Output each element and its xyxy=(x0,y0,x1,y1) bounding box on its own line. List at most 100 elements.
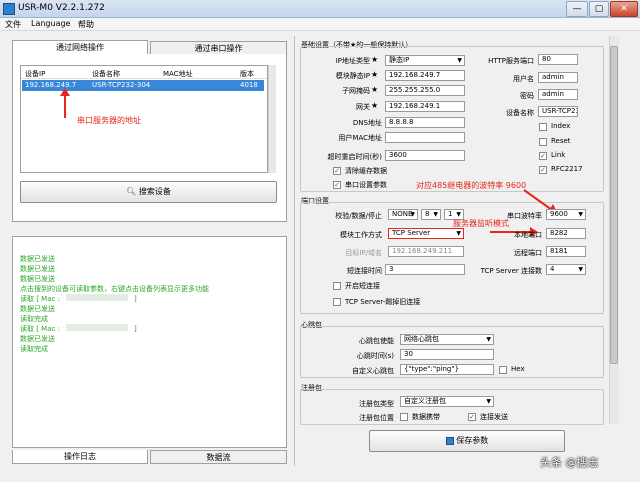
hex-checkbox[interactable] xyxy=(499,366,507,374)
tab-serial[interactable]: 通过串口操作 xyxy=(150,41,287,55)
ip-type-select[interactable]: 静态IP ▼ xyxy=(385,55,465,66)
parity-select[interactable]: NONE ▼ xyxy=(388,209,418,220)
baud-value: 9600 xyxy=(550,210,568,218)
kick-checkbox[interactable] xyxy=(333,298,341,306)
chevron-down-icon: ▼ xyxy=(578,266,583,273)
reset-checkbox[interactable] xyxy=(539,138,547,146)
redacted-mac xyxy=(65,294,128,301)
device-list-scrollbar[interactable] xyxy=(268,65,276,173)
kick-label: TCP Server-踢掉旧连接 xyxy=(345,298,421,306)
tcp-conn-value: 4 xyxy=(550,265,555,273)
watermark: 头条 @搜志 xyxy=(540,456,599,469)
chevron-down-icon: ▼ xyxy=(486,336,491,343)
register-position-label: 注册包位置 xyxy=(359,414,394,422)
remote-input[interactable]: 192.168.249.211 xyxy=(388,246,464,257)
heartbeat-interval-input[interactable]: 30 xyxy=(400,349,494,360)
annotation-arrow-ip xyxy=(60,88,70,118)
index-checkbox[interactable] xyxy=(539,123,547,131)
search-device-label: 搜索设备 xyxy=(138,187,171,196)
menu-language[interactable]: Language xyxy=(31,19,70,28)
http-port-input[interactable]: 80 xyxy=(538,54,578,65)
log-read-mac: 读取 [ Mac : xyxy=(20,325,60,333)
scrollbar-thumb[interactable] xyxy=(610,46,618,364)
clear-cache-label: 清除缓存数据 xyxy=(345,167,387,175)
databits-select[interactable]: 8 ▼ xyxy=(421,209,441,220)
open-short-checkbox[interactable] xyxy=(333,282,341,290)
star-icon: ★ xyxy=(371,101,379,110)
hex-label: Hex xyxy=(511,365,525,373)
rfc2217-checkbox[interactable]: ✓ xyxy=(539,166,547,174)
row-version: 4018 xyxy=(240,81,258,89)
heartbeat-enable-label: 心跳包使能 xyxy=(359,337,394,345)
timeout-input[interactable]: 3600 xyxy=(385,150,465,161)
heartbeat-enable-select[interactable]: 网络心跳包 ▼ xyxy=(400,334,494,345)
mask-input[interactable]: 255.255.255.0 xyxy=(385,85,465,96)
static-ip-input[interactable]: 192.168.249.7 xyxy=(385,70,465,81)
search-device-button[interactable]: 🔍︎ 搜索设备 xyxy=(20,181,277,203)
link-checkbox[interactable]: ✓ xyxy=(539,152,547,160)
chevron-down-icon: ▼ xyxy=(578,211,583,218)
short-conn-input[interactable]: 3 xyxy=(385,264,465,275)
heartbeat-interval-label: 心跳时间(s) xyxy=(356,352,394,360)
format-label: 校验/数据/停止 xyxy=(335,212,382,220)
log-list: 数据已发送 数据已发送 数据已发送 点击搜到的设备可读取参数，右键点击设备列表显… xyxy=(20,254,209,354)
dns-input[interactable]: 8.8.8.8 xyxy=(385,117,465,128)
maximize-button[interactable]: ▢ xyxy=(589,1,609,17)
annotation-baud: 对应485继电器的波特率 9600 xyxy=(416,181,527,190)
serial-params-label: 串口设置参数 xyxy=(345,181,387,189)
local-port-label: 本地端口 xyxy=(514,231,542,239)
remote-port-input[interactable]: 8181 xyxy=(546,246,586,257)
heartbeat-custom-label: 自定义心跳包 xyxy=(352,367,394,375)
star-icon: ★ xyxy=(371,55,379,64)
tab-operation-log[interactable]: 操作日志 xyxy=(12,450,148,464)
star-icon: ★ xyxy=(371,85,379,94)
password-label: 密码 xyxy=(520,92,534,100)
divider xyxy=(294,36,295,466)
row-name: USR-TCP232-304 xyxy=(92,81,151,89)
log-line: 数据已发送 xyxy=(20,335,55,343)
static-ip-label: 模块静态IP xyxy=(335,72,370,80)
reset-label: Reset xyxy=(551,137,571,145)
heartbeat-custom-input[interactable]: {"type":"ping"} xyxy=(400,364,494,375)
log-line: 数据已发送 xyxy=(20,305,55,313)
user-mac-input[interactable] xyxy=(385,132,465,143)
register-carry-checkbox[interactable] xyxy=(400,413,408,421)
open-short-label: 开启短连接 xyxy=(345,282,380,290)
work-mode-select[interactable]: TCP Server ▼ xyxy=(388,228,464,239)
register-type-select[interactable]: 自定义注册包 ▼ xyxy=(400,396,494,407)
menu-help[interactable]: 帮助 xyxy=(78,19,94,30)
local-port-input[interactable]: 8282 xyxy=(546,228,586,239)
log-line: 读取完成 xyxy=(20,345,48,353)
chevron-down-icon: ▼ xyxy=(486,398,491,405)
remote-port-label: 远程端口 xyxy=(514,249,542,257)
heartbeat-enable-value: 网络心跳包 xyxy=(404,335,439,343)
password-input[interactable]: admin xyxy=(538,89,578,100)
register-carry-label: 数据携带 xyxy=(412,413,440,421)
serial-params-checkbox[interactable]: ✓ xyxy=(333,181,341,189)
clear-cache-checkbox[interactable]: ✓ xyxy=(333,167,341,175)
databits-value: 8 xyxy=(425,210,430,218)
save-params-button[interactable]: 保存参数 xyxy=(369,430,565,452)
tcp-conn-select[interactable]: 4 ▼ xyxy=(546,264,586,275)
register-connect-checkbox[interactable]: ✓ xyxy=(468,413,476,421)
minimize-button[interactable]: — xyxy=(566,1,588,17)
user-mac-label: 用户MAC地址 xyxy=(338,134,382,142)
log-line: 读取完成 xyxy=(20,315,48,323)
star-icon: ★ xyxy=(371,70,379,79)
username-input[interactable]: admin xyxy=(538,72,578,83)
redacted-mac xyxy=(65,324,128,331)
tab-data-stream[interactable]: 数据流 xyxy=(150,450,287,464)
tab-network[interactable]: 通过网络操作 xyxy=(12,40,148,54)
log-line: 数据已发送 xyxy=(20,255,55,263)
dns-label: DNS地址 xyxy=(352,119,382,127)
chevron-down-icon: ▼ xyxy=(456,230,461,237)
log-bracket: ] xyxy=(133,295,137,303)
save-params-label: 保存参数 xyxy=(456,436,489,445)
close-button[interactable]: ✕ xyxy=(610,1,638,17)
gateway-input[interactable]: 192.168.249.1 xyxy=(385,101,465,112)
menu-file[interactable]: 文件 xyxy=(5,19,21,30)
chevron-down-icon: ▼ xyxy=(457,57,462,64)
log-read-mac: 读取 [ Mac : xyxy=(20,295,60,303)
device-name-input[interactable]: USR-TCP23 xyxy=(538,106,578,117)
baud-select[interactable]: 9600 ▼ xyxy=(546,209,586,220)
